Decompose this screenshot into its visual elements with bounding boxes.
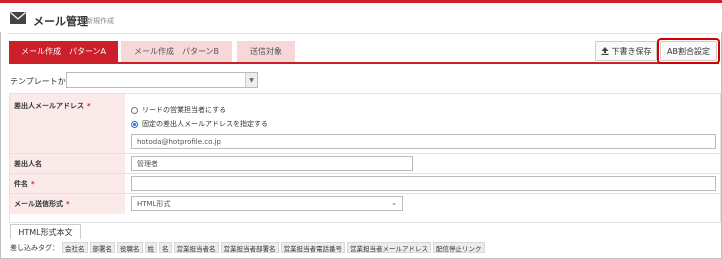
mail-format-label-text: メール送信形式	[14, 200, 63, 208]
tag-title[interactable]: 役職名	[117, 242, 143, 253]
dropdown-arrow-icon: ▼	[245, 73, 257, 87]
tag-company[interactable]: 会社名	[62, 242, 88, 253]
radio-fixed-address[interactable]: 固定の差出人メールアドレスを指定する	[131, 119, 268, 129]
required-mark: *	[66, 200, 70, 208]
template-select[interactable]: ▼	[66, 72, 258, 88]
sender-email-field[interactable]: hotoda@hotprofile.co.jp	[131, 134, 716, 149]
mail-format-value: HTML形式	[137, 199, 171, 208]
sender-name-field[interactable]: 管理者	[131, 156, 413, 171]
tab-pattern-a[interactable]: メール作成 パターンA	[9, 41, 118, 62]
sender-address-row: 差出人メールアドレス * リードの営業担当者にする 固定の差出人メールアドレスを指…	[10, 94, 720, 154]
insert-tags-row: 差し込みタグ： 会社名 部署名 役職名 姓 名 営業担当者名 営業担当者部署名 …	[10, 241, 487, 254]
tab-send-target[interactable]: 送信対象	[237, 41, 295, 62]
mail-format-row: メール送信形式 * HTML形式 ⌄	[10, 194, 720, 214]
radio-lead-owner-label: リードの営業担当者にする	[142, 106, 227, 114]
required-mark: *	[31, 180, 35, 188]
mail-format-label: メール送信形式 *	[10, 194, 125, 214]
tabs-underline	[9, 62, 719, 64]
tab-html-body[interactable]: HTML形式本文	[10, 224, 81, 239]
save-draft-label: 下書き保存	[611, 46, 652, 56]
tag-last-name[interactable]: 姓	[144, 242, 157, 253]
tag-first-name[interactable]: 名	[159, 242, 172, 253]
page-header: メール管理 新規作成	[0, 0, 722, 34]
subject-field[interactable]	[131, 176, 716, 191]
subject-row: 件名 *	[10, 174, 720, 194]
required-mark: *	[87, 102, 91, 110]
upload-icon	[601, 47, 608, 55]
radio-button-selected[interactable]	[131, 120, 138, 128]
tab-pattern-b[interactable]: メール作成 パターンB	[121, 41, 232, 62]
chevron-down-icon: ⌄	[391, 199, 397, 207]
sender-name-label: 差出人名	[10, 154, 125, 173]
radio-lead-owner[interactable]: リードの営業担当者にする	[131, 105, 226, 115]
tag-sales-rep-phone[interactable]: 営業担当者電話番号	[280, 242, 345, 253]
header-divider	[8, 33, 718, 34]
subject-label-text: 件名	[14, 180, 28, 188]
mail-icon	[10, 12, 26, 24]
tag-sales-rep-department[interactable]: 営業担当者部署名	[220, 242, 279, 253]
page-subtitle: 新規作成	[86, 17, 114, 25]
subject-label: 件名 *	[10, 174, 125, 193]
page-title: メール管理	[33, 15, 88, 28]
mail-format-select[interactable]: HTML形式 ⌄	[131, 196, 403, 211]
insert-tags-label: 差し込みタグ：	[10, 243, 59, 252]
tag-department[interactable]: 部署名	[89, 242, 115, 253]
tag-sales-rep-name[interactable]: 営業担当者名	[173, 242, 219, 253]
tag-sales-rep-email[interactable]: 営業担当者メールアドレス	[347, 242, 431, 253]
mail-form: 差出人メールアドレス * リードの営業担当者にする 固定の差出人メールアドレスを指…	[9, 93, 721, 223]
save-draft-button[interactable]: 下書き保存	[595, 41, 657, 61]
ab-ratio-button[interactable]: AB割合設定	[660, 41, 717, 61]
sender-address-label: 差出人メールアドレス *	[10, 94, 125, 153]
sender-name-row: 差出人名 管理者	[10, 154, 720, 174]
sender-address-label-text: 差出人メールアドレス	[14, 102, 84, 110]
tag-unsubscribe-link[interactable]: 配信停止リンク	[433, 242, 485, 253]
radio-button[interactable]	[131, 106, 138, 114]
radio-fixed-address-label: 固定の差出人メールアドレスを指定する	[142, 120, 268, 128]
